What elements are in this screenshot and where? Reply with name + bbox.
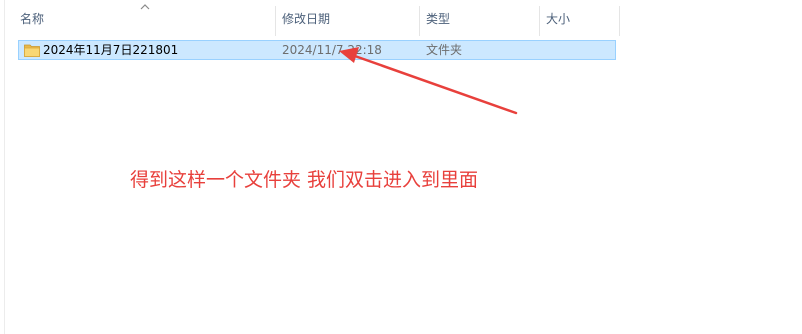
column-header-type[interactable]: 类型 (420, 0, 540, 36)
column-divider[interactable] (619, 6, 620, 36)
column-header-name-label: 名称 (20, 12, 45, 26)
folder-icon (24, 44, 40, 57)
pane-edge (4, 0, 5, 334)
column-header-modified[interactable]: 修改日期 (276, 0, 420, 36)
column-header-size[interactable]: 大小 (540, 0, 620, 36)
column-header-bar: 名称 修改日期 类型 大小 (0, 0, 622, 36)
column-header-size-label: 大小 (546, 12, 571, 26)
annotation-text: 得到这样一个文件夹 我们双击进入到里面 (130, 169, 479, 191)
row-modified: 2024/11/7 22:18 (282, 43, 382, 57)
row-name: 2024年11月7日221801 (43, 43, 179, 57)
column-header-modified-label: 修改日期 (282, 12, 331, 26)
chevron-up-icon (140, 4, 150, 10)
row-type: 文件夹 (426, 43, 463, 57)
column-header-type-label: 类型 (426, 12, 451, 26)
explorer-window: 名称 修改日期 类型 大小 2024年11月7日221801 2024/11/7… (0, 0, 802, 334)
file-list-row-selected[interactable]: 2024年11月7日221801 2024/11/7 22:18 文件夹 (18, 40, 616, 60)
